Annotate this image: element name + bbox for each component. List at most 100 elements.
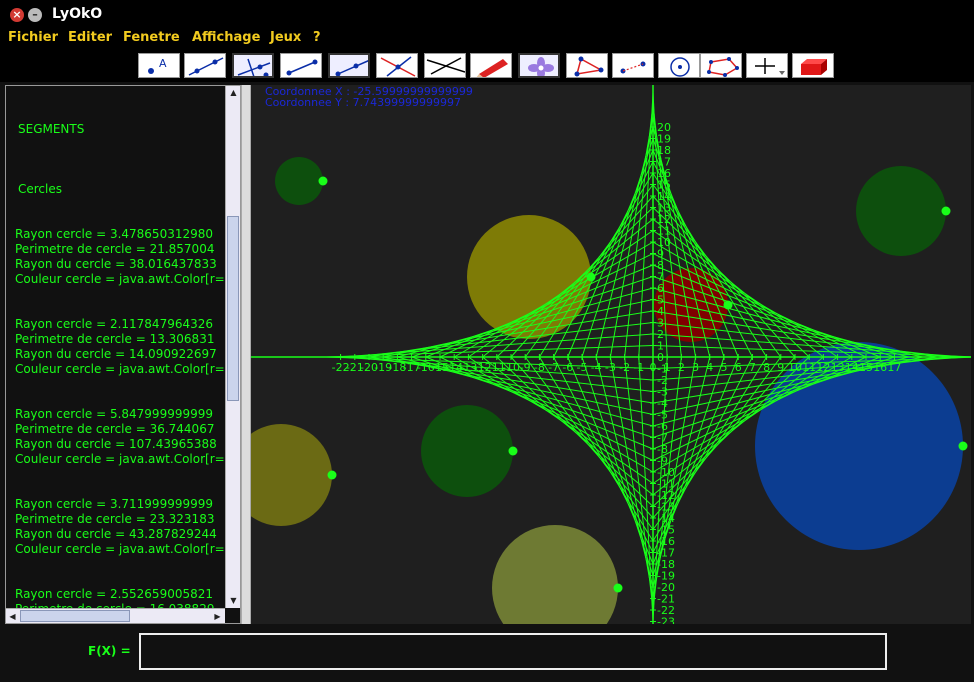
circle-2-couleur: Couleur cercle = java.awt.Color[r= <box>15 362 225 376</box>
shape-circle <box>275 157 323 205</box>
intersect-tool-icon[interactable] <box>376 53 418 78</box>
circle-handle-dot <box>318 176 328 186</box>
x-tick-label: 7 <box>749 361 756 374</box>
formula-label: F(X) = <box>88 644 131 658</box>
x-tick-label: 9 <box>777 361 784 374</box>
toolbar: A <box>0 48 974 82</box>
x-tick-label: 10 <box>788 361 802 374</box>
window-title: LyOkO <box>52 6 103 22</box>
x-tick-label: 15 <box>859 361 873 374</box>
x-tick-label: -10 <box>502 361 520 374</box>
circle-2-rayon: Rayon cercle = 2.117847964326 <box>15 317 214 331</box>
formula-bar: F(X) = <box>0 626 974 682</box>
circle-1-couleur: Couleur cercle = java.awt.Color[r= <box>15 272 225 286</box>
x-tick-label: 17 <box>887 361 901 374</box>
x-tick-label: 3 <box>692 361 699 374</box>
vertical-scrollbar[interactable]: ▲ ▼ <box>225 86 240 608</box>
circle-tool-icon[interactable] <box>658 53 700 78</box>
circle-4-aire: Rayon du cercle = 43.287829244 <box>15 527 217 541</box>
circle-3-perimetre: Perimetre de cercle = 36.744067 <box>15 422 215 436</box>
vector-tool-icon[interactable] <box>612 53 654 78</box>
circle-3-couleur: Couleur cercle = java.awt.Color[r= <box>15 452 225 466</box>
circle-3-aire: Rayon du cercle = 107.43965388 <box>15 437 217 451</box>
formula-input[interactable] <box>139 633 887 670</box>
circle-handle-dot <box>941 206 951 216</box>
scroll-left-icon[interactable]: ◀ <box>6 610 19 623</box>
x-tick-label: 4 <box>706 361 713 374</box>
circles-heading: Cercles <box>18 182 62 196</box>
x-tick-label: 5 <box>721 361 728 374</box>
x-tick-label: 6 <box>735 361 742 374</box>
crossed-lines-tool-icon[interactable] <box>424 53 466 78</box>
vertical-scroll-thumb[interactable] <box>227 216 239 401</box>
polygon-tool-icon[interactable] <box>700 53 742 78</box>
circle-handle-dot <box>958 441 968 451</box>
circle-handle-dot <box>613 583 623 593</box>
x-tick-label: 2 <box>678 361 685 374</box>
horizontal-scroll-thumb[interactable] <box>20 610 130 622</box>
menu-jeux[interactable]: Jeux <box>270 30 301 46</box>
x-tick-label: 12 <box>816 361 830 374</box>
circle-2-perimetre: Perimetre de cercle = 13.306831 <box>15 332 215 346</box>
x-tick-label: -1 <box>633 361 644 374</box>
drawing-canvas[interactable]: -22 -21 -20 -19 -18 -17 -16 -15 -14 -13 -12 -11 -10-… <box>251 85 971 624</box>
x-tick-label: 13 <box>831 361 845 374</box>
x-tick-label: 8 <box>763 361 770 374</box>
circle-handle-dot <box>508 446 518 456</box>
menu-fichier[interactable]: Fichier <box>8 30 58 46</box>
x-tick-label: -8 <box>534 361 545 374</box>
close-icon[interactable]: × <box>10 8 24 22</box>
scroll-down-icon[interactable]: ▼ <box>227 594 240 607</box>
menu-fenetre[interactable]: Fenetre <box>123 30 180 46</box>
circle-2-aire: Rayon du cercle = 14.090922697 <box>15 347 217 361</box>
circle-handle-dot <box>327 470 337 480</box>
perpendicular-tool-icon[interactable] <box>232 53 274 78</box>
circle-5-rayon: Rayon cercle = 2.552659005821 <box>15 587 214 601</box>
menu-affichage[interactable]: Affichage <box>192 30 260 46</box>
x-tick-label: 16 <box>873 361 887 374</box>
shape-circle <box>492 525 618 624</box>
x-tick-label: -6 <box>562 361 573 374</box>
y-tick-label: -23 <box>657 616 675 625</box>
circle-1-perimetre: Perimetre de cercle = 21.857004 <box>15 242 215 256</box>
svg-text:A: A <box>159 57 167 70</box>
envelope-line <box>326 345 654 358</box>
flower-tool-icon[interactable] <box>518 53 560 78</box>
line-tool-icon[interactable] <box>184 53 226 78</box>
coordinate-y-readout: Coordonnee Y : 7.74399999999997 <box>265 96 462 109</box>
segment-tool-icon[interactable] <box>280 53 322 78</box>
x-tick-label: -9 <box>520 361 531 374</box>
pencil-tool-icon[interactable] <box>470 53 512 78</box>
x-tick-label: -2 <box>619 361 630 374</box>
menu-editer[interactable]: Editer <box>68 30 112 46</box>
menu-help[interactable]: ? <box>313 30 321 46</box>
triangle-tool-icon[interactable] <box>566 53 608 78</box>
circle-1-rayon: Rayon cercle = 3.478650312980 <box>15 227 214 241</box>
x-tick-label: 14 <box>845 361 859 374</box>
x-tick-label: -3 <box>605 361 616 374</box>
minimize-icon[interactable]: – <box>28 8 42 22</box>
info-panel: SEGMENTS Cercles Rayon cercle = 3.478650… <box>5 85 241 624</box>
x-tick-label: -4 <box>591 361 602 374</box>
ray-tool-icon[interactable] <box>328 53 370 78</box>
split-divider[interactable] <box>241 85 251 624</box>
scroll-up-icon[interactable]: ▲ <box>227 86 240 99</box>
shape-circle <box>856 166 946 256</box>
circle-4-perimetre: Perimetre de cercle = 23.323183 <box>15 512 215 526</box>
point-tool-icon[interactable]: A <box>138 53 180 78</box>
x-tick-label: 0 <box>650 361 657 374</box>
circle-4-rayon: Rayon cercle = 3.711999999999 <box>15 497 214 511</box>
circle-1-aire: Rayon du cercle = 38.016437833 <box>15 257 217 271</box>
circle-3-rayon: Rayon cercle = 5.847999999999 <box>15 407 214 421</box>
box-tool-icon[interactable] <box>792 53 834 78</box>
move-tool-icon[interactable] <box>746 53 788 78</box>
scroll-right-icon[interactable]: ▶ <box>211 610 224 623</box>
shape-circle <box>421 405 513 497</box>
circle-4-couleur: Couleur cercle = java.awt.Color[r= <box>15 542 225 556</box>
x-tick-label: 11 <box>802 361 816 374</box>
x-tick-label: -5 <box>577 361 588 374</box>
horizontal-scrollbar[interactable]: ◀ ▶ <box>6 608 225 623</box>
menu-bar: Fichier Editer Fenetre Affichage Jeux ? <box>0 30 974 48</box>
segments-heading: SEGMENTS <box>18 122 85 136</box>
shape-circle <box>251 424 332 526</box>
